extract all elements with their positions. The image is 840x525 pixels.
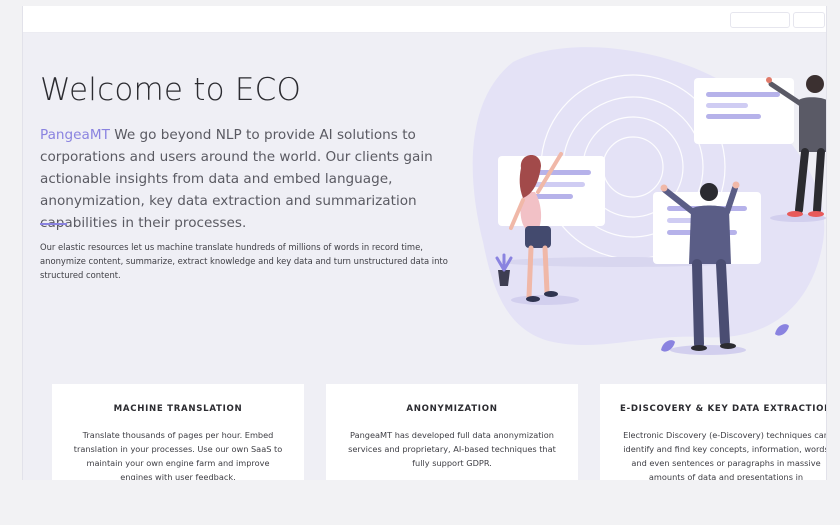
card-text: Translate thousands of pages per hour. E… xyxy=(73,430,283,480)
card-title: E-DISCOVERY & KEY DATA EXTRACTION xyxy=(620,404,827,414)
hero-illustration xyxy=(472,47,826,355)
hero-title: Welcome to ECO xyxy=(40,72,302,108)
card-text: Electronic Discovery (e-Discovery) techn… xyxy=(623,430,827,480)
service-card[interactable]: E-DISCOVERY & KEY DATA EXTRACTION Electr… xyxy=(600,384,827,480)
viewport-bottom-margin xyxy=(0,480,840,525)
card-text: PangeaMT has developed full data anonymi… xyxy=(348,430,556,468)
page-viewport[interactable]: Welcome to ECO PangeaMT We go beyond NLP… xyxy=(22,6,827,480)
accent-divider xyxy=(40,223,67,225)
nav-button[interactable] xyxy=(730,12,790,28)
card-title: ANONYMIZATION xyxy=(406,404,498,414)
hero-subtext: Our elastic resources let us machine tra… xyxy=(40,242,448,280)
floor-shadow xyxy=(511,295,579,305)
service-card[interactable]: ANONYMIZATION PangeaMT has developed ful… xyxy=(326,384,578,480)
leaf-decoration xyxy=(775,324,789,336)
top-navigation-bar xyxy=(23,6,826,33)
service-card[interactable]: MACHINE TRANSLATION Translate thousands … xyxy=(52,384,304,480)
brand-link[interactable]: PangeaMT xyxy=(40,127,110,143)
hero-lead: PangeaMT We go beyond NLP to provide AI … xyxy=(40,124,460,234)
card-title: MACHINE TRANSLATION xyxy=(113,404,243,414)
nav-button[interactable] xyxy=(793,12,825,28)
